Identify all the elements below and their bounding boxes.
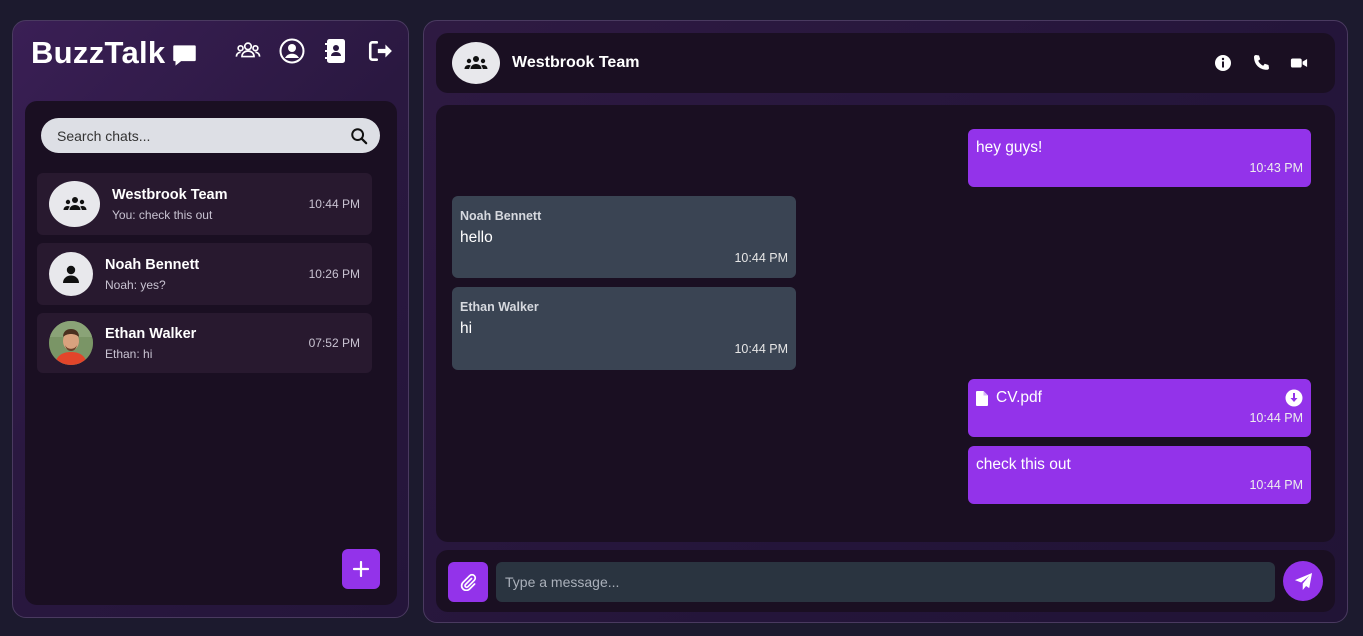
message-incoming: Ethan Walker hi 10:44 PM — [452, 287, 796, 370]
send-button[interactable] — [1283, 561, 1323, 601]
chat-meta: Westbrook Team You: check this out — [112, 187, 309, 222]
message-composer — [436, 550, 1335, 612]
message-time: 10:44 PM — [1249, 478, 1303, 492]
avatar — [49, 252, 93, 296]
message-text: hello — [460, 229, 493, 246]
chat-meta: Ethan Walker Ethan: hi — [105, 326, 309, 361]
message-sender: Ethan Walker — [460, 300, 539, 314]
send-icon — [1294, 572, 1312, 590]
search-input[interactable] — [57, 127, 350, 144]
search-bar — [41, 118, 380, 153]
video-icon — [1290, 58, 1308, 68]
chat-meta: Noah Bennett Noah: yes? — [105, 257, 309, 292]
contacts-button[interactable] — [322, 37, 350, 65]
message-incoming: Noah Bennett hello 10:44 PM — [452, 196, 796, 278]
message-file-attachment: CV.pdf 10:44 PM — [968, 379, 1311, 437]
attach-button[interactable] — [448, 562, 488, 602]
info-button[interactable] — [1213, 53, 1233, 73]
logout-button[interactable] — [366, 37, 394, 65]
phone-icon — [1254, 55, 1269, 70]
search-icon[interactable] — [350, 127, 368, 145]
chat-last-message: Ethan: hi — [105, 346, 153, 361]
profile-button[interactable] — [278, 37, 306, 65]
chat-item-noah-bennett[interactable]: Noah Bennett Noah: yes? 10:26 PM — [37, 243, 372, 305]
groups-button[interactable] — [234, 37, 262, 65]
info-icon — [1215, 55, 1231, 71]
brand-name: BuzzTalk — [31, 35, 166, 70]
groups-icon — [235, 42, 261, 58]
chat-time: 07:52 PM — [308, 336, 360, 350]
file-icon — [976, 390, 988, 406]
group-icon — [464, 56, 488, 69]
brand-logo: BuzzTalk — [31, 35, 198, 71]
conversation-header: Westbrook Team — [436, 33, 1335, 93]
person-photo-icon — [49, 321, 93, 365]
voice-call-button[interactable] — [1251, 53, 1271, 73]
sidebar: BuzzTalk Search chats... Westbrook Team … — [12, 20, 409, 618]
message-text: hi — [460, 320, 473, 337]
message-time: 10:43 PM — [1249, 161, 1303, 175]
contacts-book-icon — [325, 39, 345, 63]
message-sender: Noah Bennett — [460, 209, 542, 223]
chat-item-ethan-walker[interactable]: Ethan Walker Ethan: hi 07:52 PM — [37, 313, 372, 373]
message-input[interactable] — [496, 562, 1275, 602]
message-list: hey guys! 10:43 PM Noah Bennett hello 10… — [436, 105, 1335, 542]
chat-last-message: You: check this out — [112, 207, 213, 222]
conversation-avatar[interactable] — [452, 42, 500, 84]
message-text: hey guys! — [976, 139, 1043, 156]
sidebar-toolbar — [234, 37, 394, 65]
conversation-pane: Westbrook Team hey guys! 10:43 PM Noah B… — [423, 20, 1348, 623]
avatar — [49, 181, 100, 227]
chat-time: 10:26 PM — [308, 267, 360, 281]
user-icon — [63, 265, 79, 283]
file-row: CV.pdf — [976, 389, 1303, 407]
file-name: CV.pdf — [996, 389, 1042, 406]
download-icon[interactable] — [1285, 389, 1303, 407]
message-time: 10:44 PM — [734, 342, 788, 356]
chat-name: Noah Bennett — [105, 256, 200, 273]
message-outgoing: hey guys! 10:43 PM — [968, 129, 1311, 187]
chat-name: Ethan Walker — [105, 325, 197, 342]
new-chat-button[interactable] — [342, 549, 380, 589]
chat-name: Westbrook Team — [112, 186, 228, 203]
logout-icon — [368, 41, 392, 61]
chat-time: 10:44 PM — [308, 197, 360, 211]
chat-bubble-icon — [173, 44, 197, 66]
conversation-actions — [1213, 53, 1309, 73]
message-time: 10:44 PM — [1249, 411, 1303, 425]
chat-item-westbrook-team[interactable]: Westbrook Team You: check this out 10:44… — [37, 173, 372, 235]
message-outgoing: check this out 10:44 PM — [968, 446, 1311, 504]
chat-last-message: Noah: yes? — [105, 277, 166, 292]
chat-list-panel: Westbrook Team You: check this out 10:44… — [25, 101, 397, 605]
message-time: 10:44 PM — [734, 251, 788, 265]
message-text: check this out — [976, 456, 1071, 473]
conversation-title: Westbrook Team — [512, 54, 640, 71]
video-call-button[interactable] — [1289, 53, 1309, 73]
plus-icon — [353, 561, 369, 577]
user-circle-icon — [279, 38, 305, 64]
avatar-photo — [49, 321, 93, 365]
paperclip-icon — [460, 573, 477, 591]
group-icon — [63, 197, 86, 210]
